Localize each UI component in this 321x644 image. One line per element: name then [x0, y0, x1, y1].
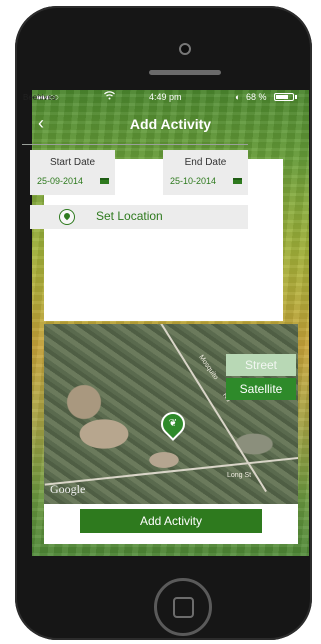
road-label: Long St — [227, 472, 252, 479]
home-button[interactable] — [154, 578, 212, 636]
set-location-button[interactable]: Set Location — [30, 205, 248, 229]
status-bar: ●●●○○ 4:49 pm ◐ 68 % — [32, 90, 309, 104]
calendar-icon — [100, 178, 109, 184]
home-square-icon — [172, 596, 194, 618]
start-date-field[interactable]: Start Date 25-09-2014 — [30, 150, 115, 195]
battery-percent: 68 % — [246, 92, 267, 102]
wifi-icon — [104, 90, 115, 104]
battery-tip — [295, 95, 297, 99]
battery-icon — [274, 93, 294, 101]
status-time: 4:49 pm — [149, 92, 182, 102]
end-date-label: End Date — [184, 157, 227, 168]
google-logo: Google — [50, 482, 86, 496]
activity-field-value[interactable]: Beehives — [23, 93, 56, 102]
location-pin-icon — [59, 209, 75, 225]
moon-icon: ◐ — [235, 92, 241, 102]
end-date-field[interactable]: End Date 25-10-2014 — [163, 150, 248, 195]
calendar-icon — [233, 178, 242, 184]
front-camera — [179, 43, 191, 55]
start-date-value: 25-09-2014 — [37, 176, 84, 186]
page-title: Add Activity — [129, 116, 212, 132]
earpiece-speaker — [149, 70, 221, 75]
end-date-value: 25-10-2014 — [170, 176, 217, 186]
map-view[interactable]: Mosquito Rd Long St Google ❦ Street Sate… — [44, 324, 298, 504]
street-view-toggle[interactable]: Street — [226, 354, 296, 376]
stage: ●●●○○ 4:49 pm ◐ 68 % ‹ Add Activity Beeh… — [0, 0, 321, 644]
start-date-label: Start Date — [49, 157, 96, 168]
satellite-view-toggle[interactable]: Satellite — [226, 378, 296, 400]
activity-field-underline — [22, 144, 248, 145]
road-label: Mosquito — [197, 353, 220, 382]
leaf-icon: ❦ — [168, 418, 178, 429]
add-activity-button[interactable]: Add Activity — [80, 509, 262, 533]
set-location-label: Set Location — [96, 209, 163, 223]
